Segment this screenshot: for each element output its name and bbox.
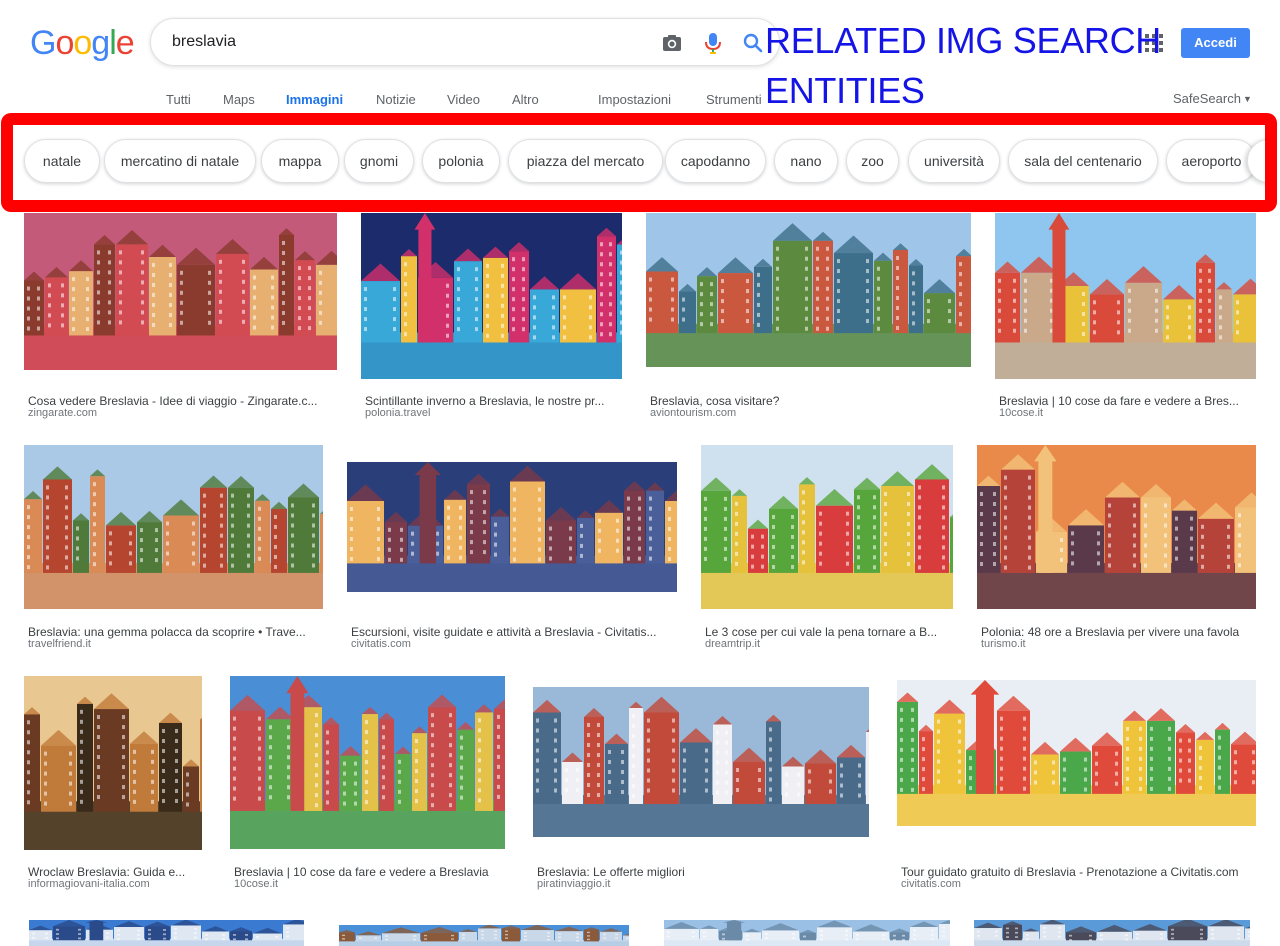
result-thumbnail[interactable]: [24, 445, 323, 609]
result-title[interactable]: Breslavia | 10 cose da fare e vedere a B…: [999, 394, 1254, 408]
result-thumbnail[interactable]: [29, 920, 304, 946]
chips-next-button[interactable]: [1247, 139, 1277, 183]
result-domain[interactable]: piratinviaggio.it: [537, 878, 610, 890]
result-thumbnail[interactable]: [995, 213, 1256, 379]
login-button[interactable]: Accedi: [1181, 28, 1250, 58]
safesearch-dropdown[interactable]: SafeSearch ▼: [1173, 91, 1252, 106]
logo-letter: o: [73, 24, 92, 62]
chevron-down-icon: ▼: [1242, 94, 1252, 104]
result-domain[interactable]: zingarate.com: [28, 407, 97, 419]
result-thumbnail[interactable]: [361, 213, 622, 379]
tab-video[interactable]: Video: [447, 92, 480, 107]
result-title[interactable]: Breslavia | 10 cose da fare e vedere a B…: [234, 865, 503, 879]
result-thumbnail[interactable]: [24, 676, 202, 850]
result-thumbnail[interactable]: [977, 445, 1256, 609]
logo-letter: e: [115, 24, 135, 62]
result-title[interactable]: Breslavia: Le offerte migliori: [537, 865, 867, 879]
related-chip[interactable]: mappa: [261, 139, 339, 183]
related-chip[interactable]: capodanno: [665, 139, 766, 183]
safesearch-label: SafeSearch: [1173, 91, 1241, 106]
result-thumbnail[interactable]: [347, 462, 677, 592]
tab-more[interactable]: Altro: [512, 92, 539, 107]
result-thumbnail[interactable]: [533, 687, 869, 837]
related-chip[interactable]: gnomi: [344, 139, 414, 183]
result-thumbnail[interactable]: [339, 925, 629, 946]
annotation-title: RELATED IMG SEARCH: [765, 20, 1161, 61]
tab-news[interactable]: Notizie: [376, 92, 416, 107]
logo-letter: o: [55, 24, 74, 62]
result-title[interactable]: Polonia: 48 ore a Breslavia per vivere u…: [981, 625, 1254, 639]
result-title[interactable]: Breslavia: una gemma polacca da scoprire…: [28, 625, 321, 639]
related-chip[interactable]: sala del centenario: [1008, 139, 1158, 183]
result-domain[interactable]: informagiovani-italia.com: [28, 878, 150, 890]
google-logo[interactable]: Google: [30, 24, 135, 63]
result-thumbnail[interactable]: [974, 920, 1250, 946]
search-tabs: Tutti Maps Immagini Notizie Video Altro …: [0, 92, 1280, 112]
result-thumbnail[interactable]: [897, 680, 1256, 826]
result-domain[interactable]: polonia.travel: [365, 407, 430, 419]
result-thumbnail[interactable]: [24, 213, 337, 370]
chevron-right-icon: [1260, 153, 1277, 171]
result-title[interactable]: Escursioni, visite guidate e attività a …: [351, 625, 675, 639]
result-title[interactable]: Le 3 cose per cui vale la pena tornare a…: [705, 625, 951, 639]
result-title[interactable]: Cosa vedere Breslavia - Idee di viaggio …: [28, 394, 335, 408]
search-icon[interactable]: [741, 31, 765, 55]
related-chip[interactable]: zoo: [846, 139, 899, 183]
result-domain[interactable]: aviontourism.com: [650, 407, 736, 419]
related-chip[interactable]: università: [908, 139, 1000, 183]
related-chip[interactable]: natale: [24, 139, 100, 183]
logo-letter: g: [91, 24, 110, 62]
related-chip[interactable]: aeroporto: [1166, 139, 1257, 183]
result-thumbnail[interactable]: [664, 920, 950, 946]
result-title[interactable]: Tour guidato gratuito di Breslavia - Pre…: [901, 865, 1254, 879]
result-domain[interactable]: civitatis.com: [901, 878, 961, 890]
result-domain[interactable]: turismo.it: [981, 638, 1026, 650]
search-box[interactable]: breslavia: [150, 18, 780, 66]
result-domain[interactable]: civitatis.com: [351, 638, 411, 650]
camera-icon[interactable]: [661, 32, 683, 54]
related-entities-highlight: natale mercatino di natale mappa gnomi polon…: [1, 113, 1277, 212]
result-domain[interactable]: travelfriend.it: [28, 638, 91, 650]
result-domain[interactable]: dreamtrip.it: [705, 638, 760, 650]
result-thumbnail[interactable]: [230, 676, 505, 849]
logo-letter: G: [30, 24, 56, 62]
tab-all[interactable]: Tutti: [166, 92, 191, 107]
result-domain[interactable]: 10cose.it: [999, 407, 1043, 419]
tab-maps[interactable]: Maps: [223, 92, 255, 107]
microphone-icon[interactable]: [702, 31, 724, 55]
result-thumbnail[interactable]: [646, 213, 971, 367]
search-input[interactable]: breslavia: [172, 33, 236, 51]
tab-images[interactable]: Immagini: [286, 92, 343, 107]
result-domain[interactable]: 10cose.it: [234, 878, 278, 890]
result-title[interactable]: Breslavia, cosa visitare?: [650, 394, 969, 408]
related-chip[interactable]: polonia: [422, 139, 500, 183]
result-title[interactable]: Scintillante inverno a Breslavia, le nos…: [365, 394, 620, 408]
result-title[interactable]: Wroclaw Breslavia: Guida e...: [28, 865, 200, 879]
related-chip[interactable]: piazza del mercato: [508, 139, 663, 183]
tab-settings[interactable]: Impostazioni: [598, 92, 671, 107]
related-chip[interactable]: nano: [774, 139, 838, 183]
result-thumbnail[interactable]: [701, 445, 953, 609]
related-chip[interactable]: mercatino di natale: [104, 139, 256, 183]
tab-tools[interactable]: Strumenti: [706, 92, 762, 107]
